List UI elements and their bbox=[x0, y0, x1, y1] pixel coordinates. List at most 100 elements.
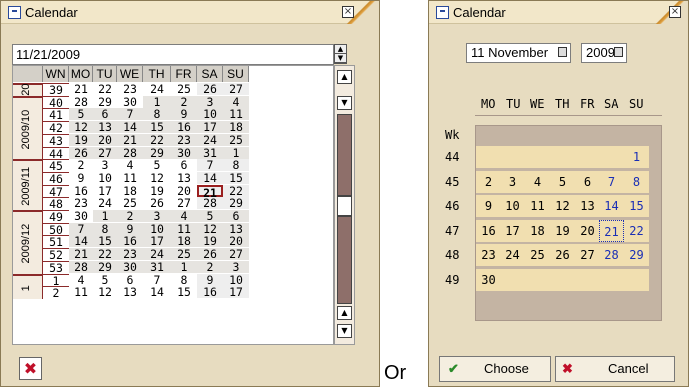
day-cell[interactable]: 15 bbox=[624, 195, 649, 217]
day-cell[interactable]: 18 bbox=[171, 235, 197, 248]
week-number[interactable]: 46 bbox=[43, 171, 69, 185]
day-cell[interactable]: 13 bbox=[223, 222, 249, 235]
day-cell[interactable]: 18 bbox=[525, 219, 550, 242]
day-cell[interactable]: 31 bbox=[197, 146, 223, 159]
day-cell[interactable]: 27 bbox=[93, 146, 117, 159]
day-cell[interactable]: 29 bbox=[223, 197, 249, 210]
day-cell[interactable]: 14 bbox=[599, 195, 624, 217]
day-cell[interactable]: 3 bbox=[197, 95, 223, 108]
day-cell[interactable]: 7 bbox=[117, 108, 143, 121]
day-cell[interactable]: 2 bbox=[117, 210, 143, 222]
choose-button[interactable]: ✔ Choose bbox=[439, 356, 551, 382]
week-number[interactable]: 41 bbox=[43, 108, 69, 121]
day-cell[interactable]: 25 bbox=[525, 244, 550, 266]
day-cell[interactable]: 19 bbox=[143, 185, 171, 197]
day-cell[interactable]: 22 bbox=[624, 219, 649, 242]
day-cell[interactable]: 25 bbox=[171, 248, 197, 261]
day-cell[interactable]: 14 bbox=[143, 286, 171, 298]
day-cell[interactable]: 9 bbox=[171, 108, 197, 121]
day-cell[interactable]: 3 bbox=[93, 159, 117, 171]
day-cell[interactable]: 13 bbox=[171, 172, 197, 184]
scroll-up-icon-bottom[interactable]: ▲ bbox=[337, 306, 352, 320]
day-cell[interactable]: 15 bbox=[93, 235, 117, 248]
day-cell[interactable]: 13 bbox=[117, 286, 143, 298]
day-cell[interactable]: 22 bbox=[223, 184, 249, 197]
day-cell[interactable]: 20 bbox=[93, 133, 117, 146]
day-cell[interactable]: 5 bbox=[143, 159, 171, 171]
day-cell[interactable]: 23 bbox=[117, 83, 143, 95]
day-cell[interactable]: 9 bbox=[197, 273, 223, 286]
scroll-up-icon[interactable]: ▲ bbox=[337, 70, 352, 84]
week-number[interactable]: 53 bbox=[43, 260, 69, 274]
day-cell[interactable]: 30 bbox=[171, 146, 197, 159]
day-cell[interactable]: 14 bbox=[69, 235, 93, 248]
day-cell[interactable]: 31 bbox=[143, 260, 171, 273]
day-cell[interactable]: 26 bbox=[197, 248, 223, 261]
day-cell[interactable]: 22 bbox=[93, 83, 117, 95]
day-cell[interactable]: 28 bbox=[69, 260, 93, 273]
week-number[interactable]: 45 bbox=[43, 159, 69, 172]
day-cell[interactable]: 4 bbox=[223, 95, 249, 108]
day-cell[interactable]: 7 bbox=[599, 170, 624, 193]
day-cell[interactable]: 17 bbox=[223, 286, 249, 299]
scroll-down-icon[interactable]: ▼ bbox=[337, 96, 352, 110]
day-cell[interactable]: 22 bbox=[143, 133, 171, 146]
day-cell[interactable]: 20 bbox=[575, 219, 600, 242]
day-cell[interactable]: 14 bbox=[117, 121, 143, 134]
day-cell[interactable]: 6 bbox=[93, 108, 117, 121]
day-cell[interactable]: 10 bbox=[93, 172, 117, 184]
day-cell[interactable]: 1 bbox=[93, 210, 117, 222]
scroll-thumb[interactable] bbox=[337, 196, 352, 216]
day-cell[interactable]: 26 bbox=[69, 146, 93, 159]
day-cell[interactable]: 21 bbox=[69, 83, 93, 95]
day-cell[interactable]: 30 bbox=[69, 210, 93, 222]
week-number[interactable]: 1 bbox=[43, 273, 69, 287]
day-cell[interactable]: 8 bbox=[624, 170, 649, 193]
day-cell[interactable]: 12 bbox=[143, 172, 171, 184]
day-cell[interactable]: 22 bbox=[93, 248, 117, 261]
day-cell[interactable]: 1 bbox=[624, 146, 649, 168]
day-cell[interactable]: 6 bbox=[223, 210, 249, 222]
day-cell[interactable]: 29 bbox=[143, 146, 171, 159]
year-select[interactable]: 2009 bbox=[581, 43, 627, 63]
day-cell[interactable]: 26 bbox=[550, 244, 575, 266]
day-cell[interactable]: 29 bbox=[624, 244, 649, 266]
scroll-track-lower[interactable] bbox=[337, 216, 352, 304]
day-cell[interactable]: 5 bbox=[93, 274, 117, 286]
day-cell[interactable]: 16 bbox=[69, 185, 93, 197]
selected-day[interactable]: 21 bbox=[197, 184, 223, 199]
day-cell[interactable]: 26 bbox=[197, 83, 223, 95]
day-cell[interactable]: 23 bbox=[171, 133, 197, 146]
close-icon[interactable]: × bbox=[669, 6, 681, 18]
day-cell[interactable]: 18 bbox=[117, 185, 143, 197]
day-cell[interactable]: 1 bbox=[143, 95, 171, 108]
day-cell[interactable]: 2 bbox=[476, 170, 501, 193]
day-cell[interactable]: 24 bbox=[197, 133, 223, 146]
day-cell[interactable]: 30 bbox=[117, 96, 143, 108]
day-cell[interactable]: 20 bbox=[171, 185, 197, 197]
day-cell[interactable]: 11 bbox=[223, 108, 249, 121]
day-cell[interactable]: 8 bbox=[93, 222, 117, 235]
day-cell[interactable]: 21 bbox=[69, 248, 93, 261]
week-number[interactable]: 52 bbox=[43, 248, 69, 261]
day-cell[interactable]: 19 bbox=[69, 133, 93, 146]
day-cell[interactable]: 16 bbox=[476, 219, 501, 242]
day-cell[interactable]: 23 bbox=[117, 248, 143, 261]
day-cell[interactable]: 17 bbox=[500, 219, 525, 242]
day-cell[interactable]: 24 bbox=[93, 197, 117, 209]
day-cell[interactable]: 24 bbox=[143, 248, 171, 261]
day-cell[interactable]: 16 bbox=[117, 235, 143, 248]
day-cell[interactable]: 9 bbox=[69, 172, 93, 184]
week-number[interactable]: 48 bbox=[43, 197, 69, 210]
day-cell[interactable]: 4 bbox=[117, 159, 143, 171]
day-cell[interactable]: 6 bbox=[171, 159, 197, 171]
day-cell[interactable]: 9 bbox=[476, 195, 501, 217]
week-number[interactable]: 43 bbox=[43, 133, 69, 147]
day-cell[interactable]: 23 bbox=[476, 244, 501, 266]
day-cell[interactable]: 10 bbox=[223, 273, 249, 286]
cancel-x-icon[interactable]: ✖ bbox=[19, 357, 42, 380]
day-cell[interactable]: 6 bbox=[117, 274, 143, 286]
date-spinner[interactable]: ▲ ▼ bbox=[334, 44, 347, 64]
day-cell[interactable]: 11 bbox=[171, 222, 197, 235]
scroll-track-upper[interactable] bbox=[337, 114, 352, 196]
